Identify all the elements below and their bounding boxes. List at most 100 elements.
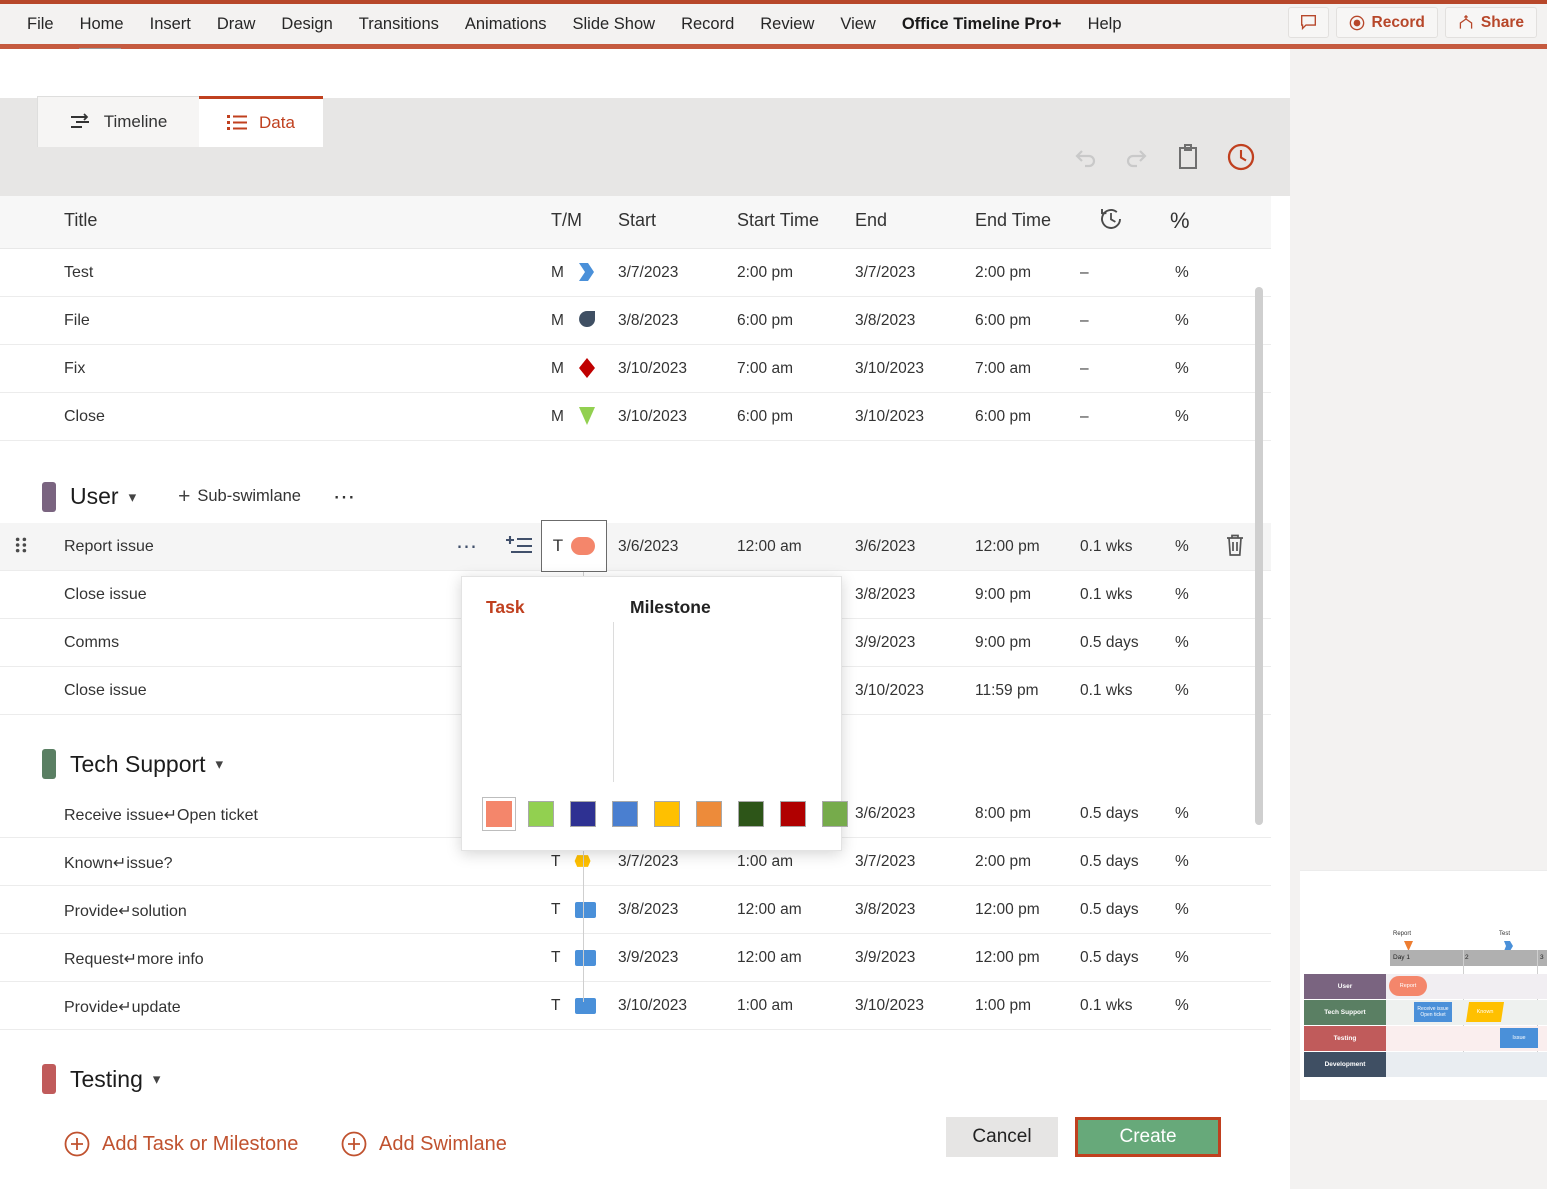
row-start-time[interactable]: 2:00 pm bbox=[737, 264, 793, 282]
table-row[interactable]: Fix M 3/10/2023 7:00 am 3/10/2023 7:00 a… bbox=[0, 345, 1271, 393]
menu-item-design[interactable]: Design bbox=[268, 7, 345, 41]
menu-item-draw[interactable]: Draw bbox=[204, 7, 269, 41]
add-swimlane-button[interactable]: Add Swimlane bbox=[341, 1131, 507, 1157]
menu-item-help[interactable]: Help bbox=[1075, 7, 1135, 41]
row-end-time[interactable]: 11:59 pm bbox=[975, 682, 1038, 700]
row-percent[interactable]: % bbox=[1175, 853, 1189, 871]
record-button[interactable]: Record bbox=[1336, 7, 1438, 38]
color-swatch-blue[interactable] bbox=[608, 797, 642, 831]
row-percent[interactable]: % bbox=[1175, 949, 1189, 967]
col-percent[interactable]: % bbox=[1170, 208, 1190, 234]
row-percent[interactable]: % bbox=[1175, 360, 1189, 378]
row-end[interactable]: 3/9/2023 bbox=[855, 949, 915, 967]
row-end-time[interactable]: 12:00 pm bbox=[975, 538, 1040, 556]
row-start-time[interactable]: 6:00 pm bbox=[737, 312, 793, 330]
color-swatch-medium-green[interactable] bbox=[818, 797, 852, 831]
redo-button[interactable] bbox=[1124, 146, 1150, 168]
row-start[interactable]: 3/10/2023 bbox=[618, 360, 687, 378]
menu-item-animations[interactable]: Animations bbox=[452, 7, 560, 41]
row-start[interactable]: 3/7/2023 bbox=[618, 853, 678, 871]
teardrop-shape-icon[interactable] bbox=[575, 308, 599, 332]
row-title[interactable]: Report issue bbox=[64, 538, 154, 556]
row-percent[interactable]: % bbox=[1175, 264, 1189, 282]
color-swatch-dark-green[interactable] bbox=[734, 797, 768, 831]
row-end-time[interactable]: 9:00 pm bbox=[975, 586, 1031, 604]
row-title[interactable]: Provide↵solution bbox=[64, 901, 187, 921]
row-percent[interactable]: % bbox=[1175, 901, 1189, 919]
chevron-down-icon[interactable]: ▾ bbox=[216, 755, 224, 773]
swimlane-more-button[interactable]: ⋯ bbox=[333, 484, 357, 510]
menu-item-view[interactable]: View bbox=[827, 7, 888, 41]
undo-button[interactable] bbox=[1072, 146, 1098, 168]
rect-shape-icon[interactable] bbox=[575, 998, 596, 1014]
col-tm[interactable]: T/M bbox=[551, 210, 582, 231]
create-button[interactable]: Create bbox=[1075, 1117, 1221, 1157]
table-row[interactable]: Test M 3/7/2023 2:00 pm 3/7/2023 2:00 pm… bbox=[0, 249, 1271, 297]
row-start-time[interactable]: 1:00 am bbox=[737, 997, 793, 1015]
swimlane-header-user[interactable]: User ▾ + Sub-swimlane ⋯ bbox=[0, 467, 1271, 527]
row-start[interactable]: 3/7/2023 bbox=[618, 264, 678, 282]
row-end[interactable]: 3/6/2023 bbox=[855, 538, 915, 556]
menu-item-office-timeline-pro[interactable]: Office Timeline Pro+ bbox=[889, 7, 1075, 41]
delete-row-button[interactable] bbox=[1224, 533, 1246, 557]
table-row-selected[interactable]: Report issue 3/6/2023 12:00 am 3/6/2023 … bbox=[0, 523, 1271, 571]
row-end-time[interactable]: 2:00 pm bbox=[975, 264, 1031, 282]
row-percent[interactable]: % bbox=[1175, 312, 1189, 330]
row-end-time[interactable]: 12:00 pm bbox=[975, 901, 1040, 919]
add-task-or-milestone-button[interactable]: Add Task or Milestone bbox=[64, 1131, 298, 1157]
menu-item-home[interactable]: Home bbox=[67, 7, 137, 41]
indent-icon[interactable] bbox=[505, 533, 533, 559]
timeline-preview[interactable]: Report Test Day 1 2 3 User Tech Support … bbox=[1300, 870, 1547, 1100]
color-swatch-yellow[interactable] bbox=[650, 797, 684, 831]
diamond-shape-icon[interactable] bbox=[575, 356, 599, 380]
row-percent[interactable]: % bbox=[1175, 682, 1189, 700]
rect-shape-icon[interactable] bbox=[575, 950, 596, 966]
row-end[interactable]: 3/9/2023 bbox=[855, 634, 915, 652]
row-title[interactable]: Close issue bbox=[64, 586, 147, 604]
row-percent[interactable]: % bbox=[1175, 634, 1189, 652]
color-swatch-selected[interactable] bbox=[482, 797, 516, 831]
row-end[interactable]: 3/8/2023 bbox=[855, 586, 915, 604]
row-end[interactable]: 3/10/2023 bbox=[855, 997, 924, 1015]
row-end-time[interactable]: 8:00 pm bbox=[975, 805, 1031, 823]
row-start[interactable]: 3/9/2023 bbox=[618, 949, 678, 967]
row-start-time[interactable]: 7:00 am bbox=[737, 360, 793, 378]
row-end[interactable]: 3/8/2023 bbox=[855, 901, 915, 919]
col-start[interactable]: Start bbox=[618, 210, 656, 231]
shape-type-picker-button[interactable]: T bbox=[541, 520, 607, 572]
table-row[interactable]: Provide↵update T 3/10/2023 1:00 am 3/10/… bbox=[0, 982, 1271, 1030]
swimlane-header-testing[interactable]: Testing ▾ bbox=[0, 1049, 1271, 1109]
cancel-button[interactable]: Cancel bbox=[946, 1117, 1058, 1157]
col-end-time[interactable]: End Time bbox=[975, 210, 1051, 231]
chevron-down-icon[interactable]: ▾ bbox=[129, 488, 137, 506]
row-title[interactable]: Close bbox=[64, 408, 105, 426]
row-end-time[interactable]: 2:00 pm bbox=[975, 853, 1031, 871]
tab-timeline[interactable]: Timeline bbox=[37, 96, 200, 147]
row-more-button[interactable]: ⋯ bbox=[456, 534, 480, 559]
color-swatch-orange[interactable] bbox=[692, 797, 726, 831]
triangle-down-shape-icon[interactable] bbox=[575, 404, 599, 428]
row-title[interactable]: Fix bbox=[64, 360, 85, 378]
row-end-time[interactable]: 9:00 pm bbox=[975, 634, 1031, 652]
row-title[interactable]: Comms bbox=[64, 634, 119, 652]
table-row[interactable]: Provide↵solution T 3/8/2023 12:00 am 3/8… bbox=[0, 886, 1271, 934]
share-button[interactable]: Share bbox=[1445, 7, 1537, 38]
row-end[interactable]: 3/8/2023 bbox=[855, 312, 915, 330]
clipboard-button[interactable] bbox=[1176, 144, 1200, 170]
color-swatch-green-light[interactable] bbox=[524, 797, 558, 831]
col-start-time[interactable]: Start Time bbox=[737, 210, 819, 231]
col-end[interactable]: End bbox=[855, 210, 887, 231]
table-row[interactable]: File M 3/8/2023 6:00 pm 3/8/2023 6:00 pm… bbox=[0, 297, 1271, 345]
history-button[interactable] bbox=[1226, 142, 1256, 172]
tab-data[interactable]: Data bbox=[199, 96, 323, 147]
menu-item-slide-show[interactable]: Slide Show bbox=[560, 7, 669, 41]
menu-item-file[interactable]: File bbox=[14, 7, 67, 41]
row-start-time[interactable]: 1:00 am bbox=[737, 853, 793, 871]
color-swatch-red[interactable] bbox=[776, 797, 810, 831]
menu-item-review[interactable]: Review bbox=[747, 7, 827, 41]
menu-item-record[interactable]: Record bbox=[668, 7, 747, 41]
row-percent[interactable]: % bbox=[1175, 586, 1189, 604]
menu-item-insert[interactable]: Insert bbox=[137, 7, 204, 41]
vertical-scrollbar[interactable] bbox=[1255, 287, 1263, 825]
row-end-time[interactable]: 6:00 pm bbox=[975, 408, 1031, 426]
